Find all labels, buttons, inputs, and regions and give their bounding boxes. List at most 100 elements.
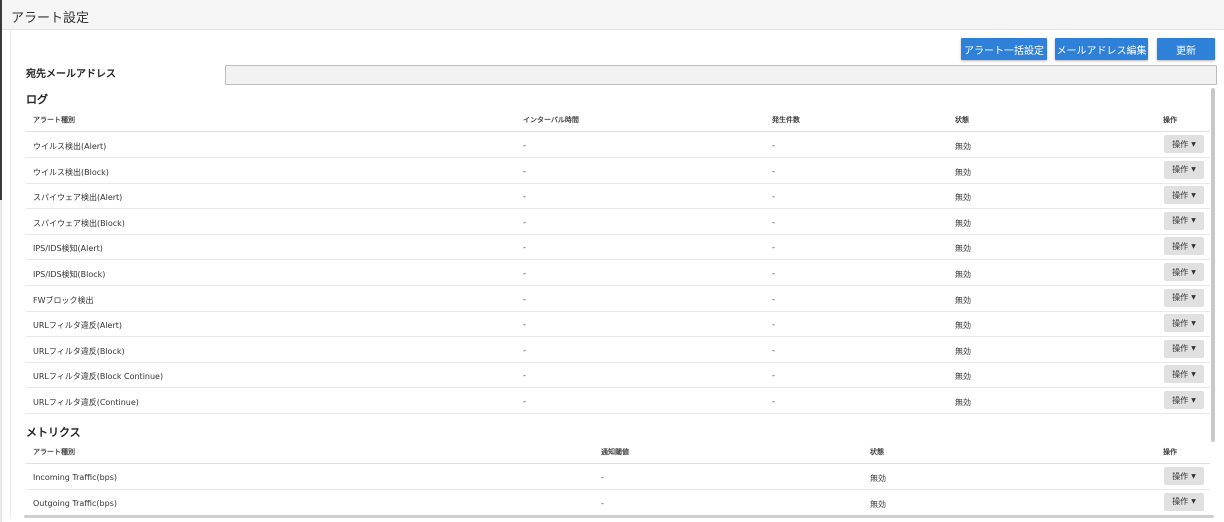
log-table-row: URLフィルタ違反(Block Continue) - - 無効 操作 ▼ <box>26 362 1210 389</box>
caret-down-icon: ▼ <box>1191 319 1196 327</box>
caret-down-icon: ▼ <box>1191 217 1196 225</box>
operation-label: 操作 <box>1172 344 1189 354</box>
count-cell: - <box>772 243 775 253</box>
page-header: アラート設定 <box>2 0 1224 30</box>
metrics-col-threshold: 通知閾値 <box>601 448 629 456</box>
operation-dropdown-button[interactable]: 操作 ▼ <box>1164 314 1204 333</box>
log-col-interval: インターバル時間 <box>523 116 579 124</box>
log-table-row: URLフィルタ違反(Alert) - - 無効 操作 ▼ <box>26 311 1210 338</box>
caret-down-icon: ▼ <box>1191 140 1196 148</box>
alert-type-cell: URLフィルタ違反(Alert) <box>33 321 122 331</box>
caret-down-icon: ▼ <box>1191 498 1196 506</box>
log-table-row: スパイウェア検出(Alert) - - 無効 操作 ▼ <box>26 183 1210 210</box>
interval-cell: - <box>523 166 526 176</box>
count-cell: - <box>772 345 775 355</box>
email-field[interactable] <box>225 65 1217 85</box>
status-cell: 無効 <box>955 321 971 331</box>
operation-dropdown-button[interactable]: 操作 ▼ <box>1164 160 1204 179</box>
operation-label: 操作 <box>1172 293 1189 303</box>
alert-type-cell: IPS/IDS検知(Block) <box>33 270 106 279</box>
interval-cell: - <box>523 294 526 304</box>
log-table-row: スパイウェア検出(Block) - - 無効 操作 ▼ <box>26 209 1210 235</box>
alert-type-cell: URLフィルタ違反(Block Continue) <box>33 372 164 382</box>
update-button[interactable]: 更新 <box>1157 38 1215 60</box>
operation-dropdown-button[interactable]: 操作 ▼ <box>1164 339 1204 358</box>
log-table-row: ウイルス検出(Block) - - 無効 操作 ▼ <box>26 158 1210 184</box>
alert-type-cell: URLフィルタ違反(Block) <box>33 346 125 356</box>
metrics-col-type: アラート種別 <box>33 448 75 456</box>
operation-dropdown-button[interactable]: 操作 ▼ <box>1164 288 1204 307</box>
bulk-alert-settings-button[interactable]: アラート一括設定 <box>961 38 1047 60</box>
operation-label: 操作 <box>1172 165 1189 175</box>
operation-label: 操作 <box>1172 190 1189 200</box>
interval-cell: - <box>523 269 526 278</box>
alert-type-cell: Incoming Traffic(bps) <box>33 473 118 482</box>
count-cell: - <box>772 294 775 304</box>
caret-down-icon: ▼ <box>1191 370 1196 378</box>
interval-cell: - <box>523 192 526 202</box>
status-cell: 無効 <box>955 346 971 356</box>
status-cell: 無効 <box>955 218 971 228</box>
operation-label: 操作 <box>1172 369 1189 379</box>
log-col-op: 操作 <box>1163 116 1177 124</box>
operation-dropdown-button[interactable]: 操作 ▼ <box>1164 186 1204 205</box>
interval-cell: - <box>523 320 526 330</box>
status-cell: 無効 <box>955 270 971 279</box>
operation-dropdown-button[interactable]: 操作 ▼ <box>1164 391 1204 409</box>
status-cell: 無効 <box>870 499 886 509</box>
count-cell: - <box>772 192 775 202</box>
operation-label: 操作 <box>1172 497 1189 507</box>
alert-type-cell: スパイウェア検出(Block) <box>33 218 125 228</box>
status-cell: 無効 <box>955 193 971 203</box>
metrics-col-op: 操作 <box>1163 448 1177 456</box>
metrics-table-header: アラート種別 通知閾値 状態 操作 <box>26 438 1210 464</box>
email-label: 宛先メールアドレス <box>26 69 116 80</box>
operation-dropdown-button[interactable]: 操作 ▼ <box>1164 211 1204 230</box>
operation-label: 操作 <box>1172 395 1189 405</box>
vertical-scrollbar[interactable] <box>1211 88 1215 442</box>
log-col-type: アラート種別 <box>33 116 75 124</box>
count-cell: - <box>772 166 775 176</box>
alert-type-cell: ウイルス検出(Block) <box>33 167 109 177</box>
count-cell: - <box>772 320 775 330</box>
caret-down-icon: ▼ <box>1191 268 1196 276</box>
interval-cell: - <box>523 217 526 227</box>
caret-down-icon: ▼ <box>1191 191 1196 199</box>
operation-dropdown-button[interactable]: 操作 ▼ <box>1164 263 1204 281</box>
threshold-cell: - <box>601 473 604 482</box>
operation-label: 操作 <box>1172 216 1189 226</box>
interval-cell: - <box>523 371 526 381</box>
log-col-count: 発生件数 <box>772 116 800 124</box>
operation-dropdown-button[interactable]: 操作 ▼ <box>1164 492 1204 511</box>
edit-email-button[interactable]: メールアドレス編集 <box>1055 38 1148 60</box>
operation-dropdown-button[interactable]: 操作 ▼ <box>1164 467 1204 485</box>
operation-label: 操作 <box>1172 471 1189 481</box>
log-table-row: URLフィルタ違反(Block) - - 無効 操作 ▼ <box>26 337 1210 363</box>
interval-cell: - <box>523 345 526 355</box>
count-cell: - <box>772 141 775 150</box>
operation-label: 操作 <box>1172 241 1189 251</box>
operation-label: 操作 <box>1172 318 1189 328</box>
interval-cell: - <box>523 397 526 406</box>
log-table-header: アラート種別 インターバル時間 発生件数 状態 操作 <box>26 106 1210 132</box>
horizontal-scrollbar[interactable] <box>24 515 1214 518</box>
caret-down-icon: ▼ <box>1191 396 1196 404</box>
metrics-col-status: 状態 <box>870 448 884 456</box>
caret-down-icon: ▼ <box>1191 345 1196 353</box>
status-cell: 無効 <box>955 295 971 305</box>
log-table-row: IPS/IDS検知(Block) - - 無効 操作 ▼ <box>26 260 1210 286</box>
alert-type-cell: ウイルス検出(Alert) <box>33 142 107 151</box>
operation-dropdown-button[interactable]: 操作 ▼ <box>1164 365 1204 384</box>
interval-cell: - <box>523 141 526 150</box>
window-edge-lower <box>0 200 2 522</box>
log-table-row: FWブロック検出 - - 無効 操作 ▼ <box>26 286 1210 312</box>
log-col-status: 状態 <box>955 116 969 124</box>
alert-type-cell: URLフィルタ違反(Continue) <box>33 398 139 407</box>
alert-type-cell: スパイウェア検出(Alert) <box>33 193 123 203</box>
threshold-cell: - <box>601 498 604 508</box>
operation-dropdown-button[interactable]: 操作 ▼ <box>1164 135 1204 153</box>
log-section-title: ログ <box>26 93 48 106</box>
alert-type-cell: Outgoing Traffic(bps) <box>33 498 117 508</box>
status-cell: 無効 <box>870 474 886 483</box>
operation-dropdown-button[interactable]: 操作 ▼ <box>1164 237 1204 256</box>
